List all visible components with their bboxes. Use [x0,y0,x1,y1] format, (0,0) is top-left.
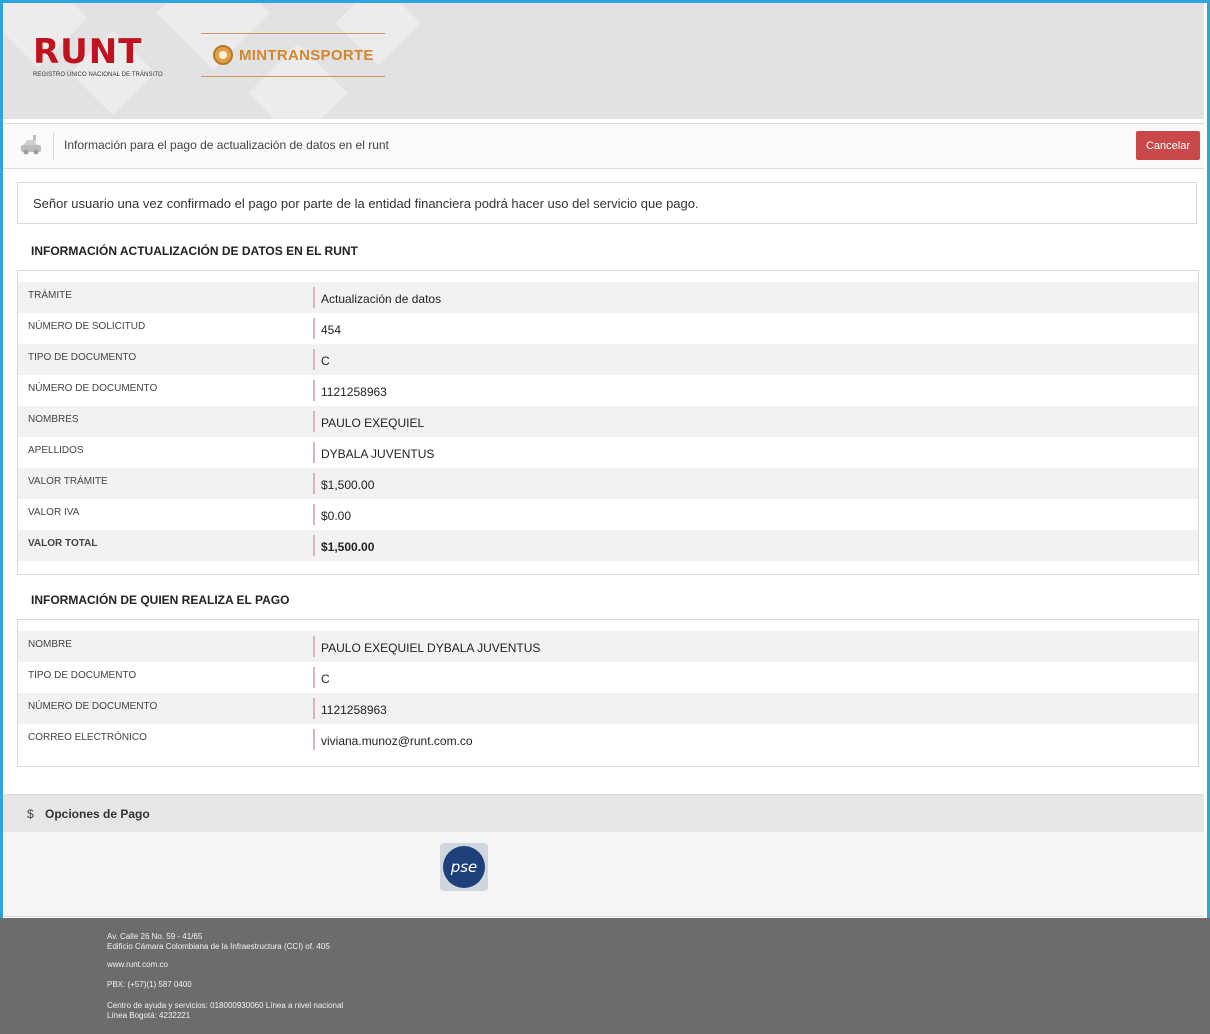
row-value: 1121258963 [321,703,387,717]
table-row: NÚMERO DE DOCUMENTO 1121258963 [18,693,1198,724]
payment-options-title: Opciones de Pago [45,807,150,821]
row-value: $1,500.00 [321,540,375,554]
row-label: TIPO DE DOCUMENTO [28,352,137,363]
footer-help-line2: Línea Bogotá: 4232221 [107,1011,191,1020]
runt-logo-text: RUNT [33,32,143,72]
row-value: $0.00 [321,509,352,523]
row-divider [313,535,315,556]
row-value: DYBALA JUVENTUS [321,447,435,461]
dollar-icon: $ [27,807,34,821]
table-row: VALOR IVA $0.00 [18,499,1198,530]
row-value: PAULO EXEQUIEL [321,416,425,430]
row-value: C [321,354,330,368]
footer-address-line1: Av. Calle 26 No. 59 - 41/65 [107,932,203,941]
row-value: 454 [321,323,342,337]
row-divider [313,318,315,339]
row-label: CORREO ELECTRÓNICO [28,732,147,743]
row-label: VALOR TRÁMITE [28,476,108,487]
row-label: TRÁMITE [28,290,72,301]
car-icon [21,135,41,155]
row-label: APELLIDOS [28,445,84,456]
footer-address-line2: Edificio Cámara Colombiana de la Infraes… [107,942,330,951]
table-row: NOMBRES PAULO EXEQUIEL [18,406,1198,437]
row-divider [313,287,315,308]
table-row: NOMBRE PAULO EXEQUIEL DYBALA JUVENTUS [18,631,1198,662]
row-label: NOMBRE [28,639,72,650]
row-value: PAULO EXEQUIEL DYBALA JUVENTUS [321,641,541,655]
table-row: NÚMERO DE SOLICITUD 454 [18,313,1198,344]
page-title: Información para el pago de actualizació… [64,138,389,152]
payment-notice: Señor usuario una vez confirmado el pago… [17,182,1197,224]
table-row: VALOR TRÁMITE $1,500.00 [18,468,1198,499]
table-row: TIPO DE DOCUMENTO C [18,662,1198,693]
cancel-button[interactable]: Cancelar [1136,131,1200,160]
row-label: NÚMERO DE DOCUMENTO [28,701,158,712]
table-row: TIPO DE DOCUMENTO C [18,344,1198,375]
row-value: 1121258963 [321,385,387,399]
section-title-runt-update: INFORMACIÓN ACTUALIZACIÓN DE DATOS EN EL… [31,244,358,258]
runt-logo-subtitle: REGISTRO ÚNICO NACIONAL DE TRÁNSITO [33,72,163,78]
row-divider [313,473,315,494]
colombia-seal-icon [213,45,233,65]
row-label: NÚMERO DE DOCUMENTO [28,383,158,394]
footer-website-link[interactable]: www.runt.com.co [107,960,168,970]
row-label: TIPO DE DOCUMENTO [28,670,137,681]
row-divider [313,729,315,750]
app-header: RUNT REGISTRO ÚNICO NACIONAL DE TRÁNSITO… [3,3,1204,119]
payment-options-body: pse [3,832,1204,917]
payment-options-header: $ Opciones de Pago [3,794,1204,833]
row-divider [313,504,315,525]
row-label: VALOR IVA [28,507,80,518]
page-title-bar: Información para el pago de actualizació… [3,123,1204,169]
table-row: APELLIDOS DYBALA JUVENTUS [18,437,1198,468]
row-label: VALOR TOTAL [28,538,98,549]
runt-logo: RUNT REGISTRO ÚNICO NACIONAL DE TRÁNSITO [33,35,163,78]
row-label: NÚMERO DE SOLICITUD [28,321,146,332]
payer-info-table: NOMBRE PAULO EXEQUIEL DYBALA JUVENTUS TI… [17,619,1199,767]
row-value: C [321,672,330,686]
pse-payment-button[interactable]: pse [440,843,488,891]
page-footer: Av. Calle 26 No. 59 - 41/65 Edificio Cám… [0,918,1210,1034]
footer-help-line1: Centro de ayuda y servicios: 01800093006… [107,1001,344,1010]
footer-pbx: PBX: (+57)(1) 587 0400 [107,980,192,989]
pse-logo-icon: pse [443,846,485,888]
mintransporte-logo: MINTRANSPORTE [201,33,385,77]
row-value: $1,500.00 [321,478,375,492]
notice-text: Señor usuario una vez confirmado el pago… [33,196,699,211]
table-row: NÚMERO DE DOCUMENTO 1121258963 [18,375,1198,406]
row-label: NOMBRES [28,414,79,425]
table-row: TRÁMITE Actualización de datos [18,282,1198,313]
pse-logo-text: pse [450,858,478,876]
title-separator [53,132,54,160]
runt-update-info-table: TRÁMITE Actualización de datos NÚMERO DE… [17,270,1199,575]
table-row: CORREO ELECTRÓNICO viviana.munoz@runt.co… [18,724,1198,755]
row-divider [313,411,315,432]
mintransporte-logo-text: MINTRANSPORTE [239,46,374,64]
row-divider [313,380,315,401]
row-divider [313,636,315,657]
row-divider [313,349,315,370]
row-divider [313,667,315,688]
row-value: Actualización de datos [321,292,442,306]
row-divider [313,442,315,463]
table-row-total: VALOR TOTAL $1,500.00 [18,530,1198,561]
row-value: viviana.munoz@runt.com.co [321,734,473,748]
section-title-payer-info: INFORMACIÓN DE QUIEN REALIZA EL PAGO [31,593,290,607]
row-divider [313,698,315,719]
